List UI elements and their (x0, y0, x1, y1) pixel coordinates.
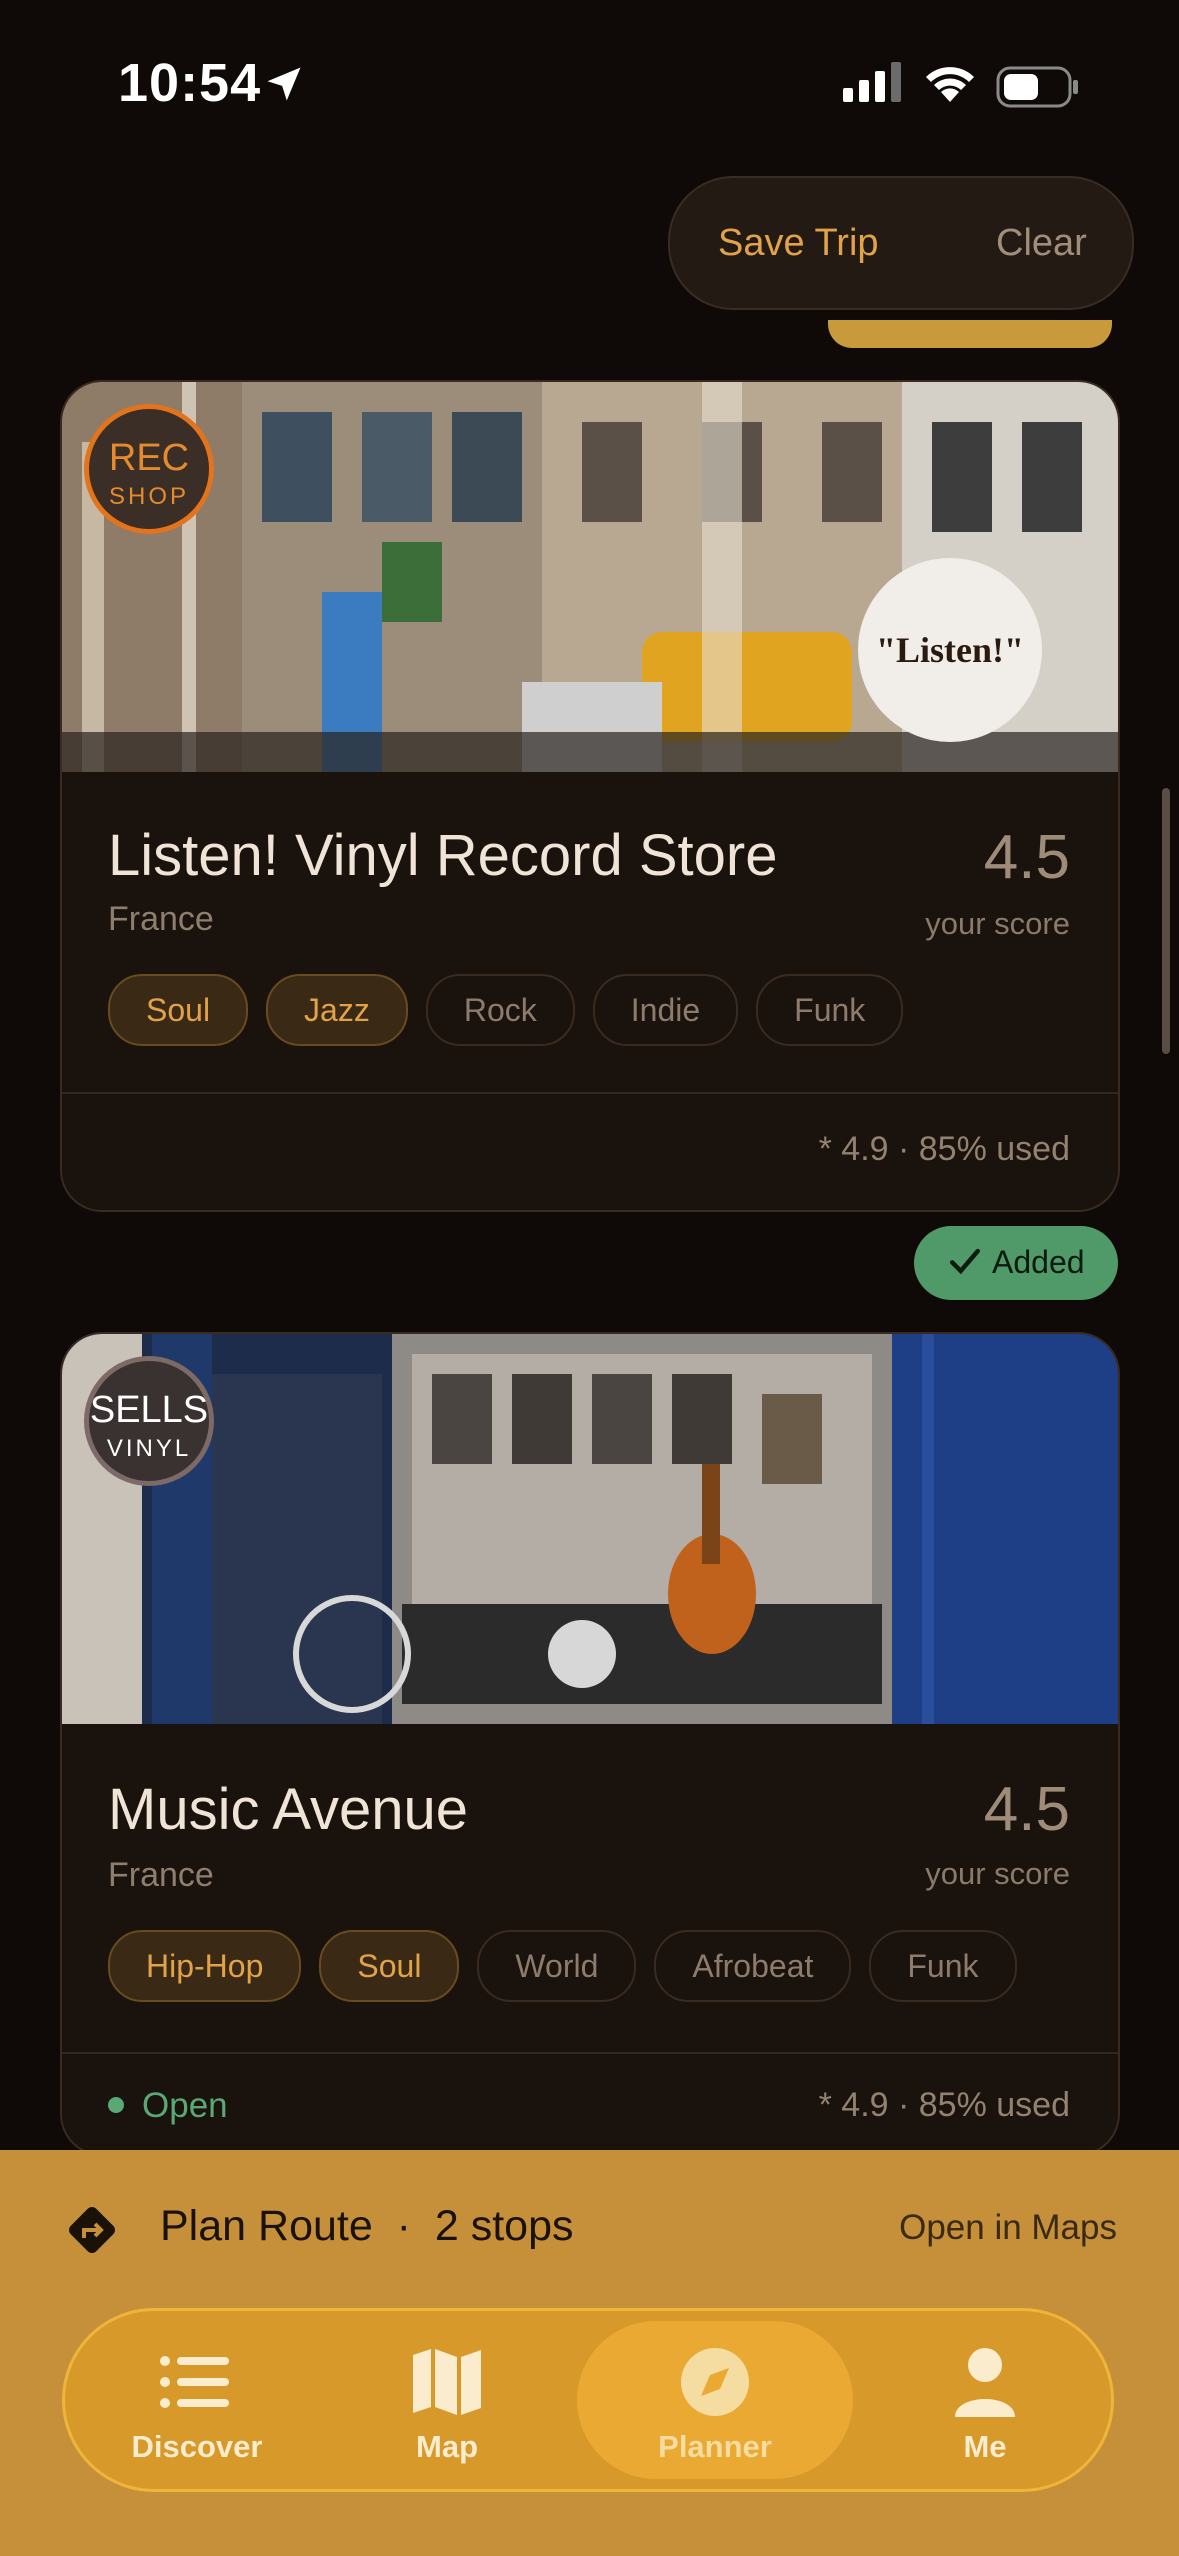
sells-vinyl-badge: SELLS VINYL (84, 1356, 214, 1486)
genre-chip[interactable]: Hip-Hop (108, 1930, 302, 2002)
battery-icon (996, 66, 1078, 108)
status-dot (108, 2096, 124, 2113)
route-directions-icon (69, 2207, 115, 2253)
checkmark-icon (949, 1248, 981, 1275)
score-label: your score (925, 906, 1070, 941)
genre-chip[interactable]: Jazz (266, 974, 408, 1046)
store-photo: "Listen!" REC SHOP (62, 382, 1118, 772)
genre-chip[interactable]: Rock (425, 974, 575, 1046)
tab-bar: Discover Map Planner Me (62, 2308, 1114, 2492)
person-icon (955, 2348, 1015, 2417)
store-stats: * 4.9 · 85% used (818, 2086, 1070, 2124)
score-label: your score (925, 1856, 1070, 1891)
location-arrow-icon (267, 67, 301, 101)
genre-chip[interactable]: World (477, 1930, 637, 2002)
scrollbar[interactable] (1162, 788, 1170, 1054)
genre-chips: Soul Jazz Rock Indie Funk (108, 974, 904, 1046)
store-country: France (108, 1856, 214, 1894)
bottom-panel: Plan Route · 2 stops Open in Maps Discov… (0, 2150, 1179, 2556)
store-card[interactable]: SELLS VINYL Music Avenue France 4.5 your… (60, 1332, 1120, 2156)
store-photo: SELLS VINYL (62, 1334, 1118, 1724)
genre-chip[interactable]: Soul (108, 974, 249, 1046)
tab-me[interactable]: Me (865, 2311, 1105, 2489)
store-title: Listen! Vinyl Record Store (108, 823, 778, 888)
tab-planner[interactable]: Planner (577, 2321, 853, 2479)
status-bar: 10:54 (0, 0, 1179, 170)
clear-button[interactable]: Clear (996, 222, 1087, 265)
rec-shop-badge: REC SHOP (84, 404, 214, 534)
save-trip-button[interactable]: Save Trip (718, 222, 879, 265)
store-country: France (108, 900, 214, 938)
store-title: Music Avenue (108, 1777, 469, 1842)
genre-chip[interactable]: Funk (756, 974, 904, 1046)
card-divider (62, 1092, 1118, 1094)
genre-chip[interactable]: Funk (869, 1930, 1017, 2002)
status-time: 10:54 (118, 53, 262, 113)
storefront-photo-image: "Listen!" (62, 382, 1118, 772)
storefront-photo-image (62, 1334, 1118, 1724)
plan-route-button[interactable]: Plan Route · 2 stops (160, 2202, 574, 2251)
listen-sign-text: "Listen!" (876, 630, 1024, 670)
genre-chip[interactable]: Soul (319, 1930, 460, 2002)
genre-chip[interactable]: Indie (592, 974, 739, 1046)
tab-discover[interactable]: Discover (77, 2311, 317, 2489)
genre-chip[interactable]: Afrobeat (654, 1930, 852, 2002)
open-in-maps-link[interactable]: Open in Maps (899, 2208, 1117, 2248)
genre-chips: Hip-Hop Soul World Afrobeat Funk (108, 1930, 1017, 2002)
store-score: 4.5 (983, 823, 1070, 892)
list-icon (160, 2356, 229, 2408)
map-icon (413, 2349, 481, 2415)
trip-actions-pill: Save Trip Clear (668, 176, 1134, 310)
tab-map[interactable]: Map (327, 2311, 567, 2489)
wifi-icon (926, 67, 974, 102)
added-badge[interactable]: Added (914, 1226, 1118, 1300)
cellular-signal-icon (843, 62, 901, 102)
store-score: 4.5 (983, 1775, 1070, 1844)
previous-card-edge (828, 320, 1112, 348)
open-status: Open (108, 2086, 228, 2126)
store-stats: * 4.9 · 85% used (818, 1130, 1070, 1168)
store-card[interactable]: "Listen!" REC SHOP Listen! Vinyl Record … (60, 380, 1120, 1212)
card-divider (62, 2052, 1118, 2054)
compass-icon (681, 2348, 749, 2416)
